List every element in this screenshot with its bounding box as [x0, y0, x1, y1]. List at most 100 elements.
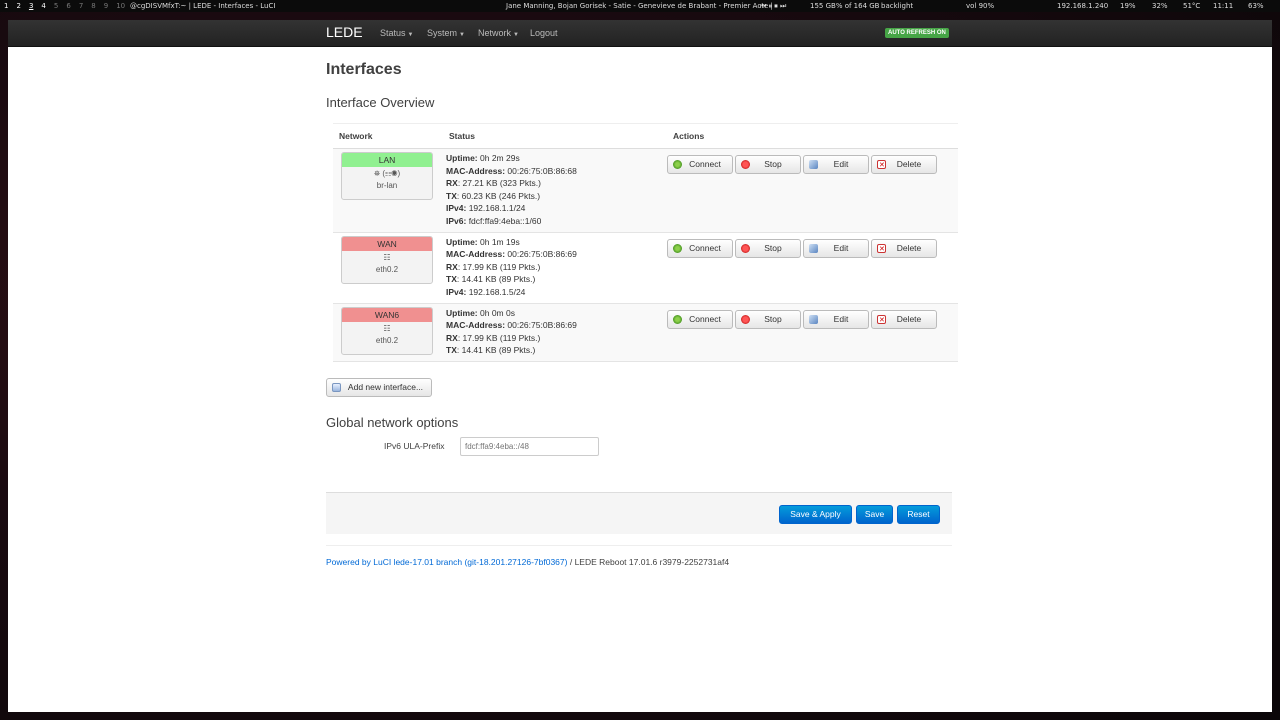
column-header-network: Network: [333, 123, 443, 149]
status-label: RX: [446, 261, 458, 272]
caret-down-icon: ▼: [407, 32, 414, 38]
nav-network[interactable]: Network ▼: [478, 28, 519, 38]
edit-button[interactable]: Edit: [803, 309, 869, 329]
status-line: IPv4: 192.168.1.5/24: [446, 286, 667, 299]
workspace-button[interactable]: 5: [50, 0, 62, 12]
auto-refresh-badge[interactable]: AUTO REFRESH ON: [885, 28, 949, 38]
edit-button[interactable]: Edit: [803, 238, 869, 258]
workspace-button[interactable]: 2: [12, 0, 24, 12]
status-label: Uptime:: [446, 236, 478, 247]
status-value: : 14.41 KB (89 Pkts.): [456, 345, 536, 356]
status-value: : 14.41 KB (89 Pkts.): [456, 274, 536, 285]
status-line: IPv4: 192.168.1.1/24: [446, 202, 667, 215]
connect-button[interactable]: Connect: [667, 238, 733, 258]
status-label: MAC-Address:: [446, 320, 506, 331]
stop-icon: [741, 160, 750, 169]
workspace-list[interactable]: 1 2 3 4 5 6 7 8 9 10: [0, 2, 129, 10]
save-button[interactable]: Save: [856, 505, 893, 524]
interface-badge: WAN6 ☷ eth0.2: [341, 306, 433, 355]
actions-cell: Connect Stop Edit Delete: [667, 232, 958, 304]
status-value: 00:26:75:0B:86:69: [505, 320, 577, 331]
ip-address: 192.168.1.240: [1057, 2, 1109, 10]
delete-button[interactable]: Delete: [871, 238, 937, 258]
status-line: Uptime: 0h 2m 29s: [446, 152, 667, 165]
add-network-icon: [332, 383, 341, 392]
luci-link[interactable]: Powered by LuCI lede-17.01 branch (git-1…: [326, 557, 567, 567]
status-value: 0h 1m 19s: [477, 236, 520, 247]
delete-icon: [877, 241, 886, 258]
interface-badge: LAN ⛯ (☷◉) br-lan: [341, 152, 433, 200]
status-line: IPv6: fdcf:ffa9:4eba::1/60: [446, 215, 667, 228]
interface-row: LAN ⛯ (☷◉) br-lan Uptime: 0h 2m 29s MAC-Addr…: [333, 148, 958, 233]
brand-logo[interactable]: LEDE: [326, 24, 363, 40]
add-interface-button[interactable]: Add new interface...: [326, 378, 432, 397]
media-controls[interactable]: ⏮ ⏸ ⏹ ⏭: [760, 0, 786, 12]
button-label: Delete: [896, 242, 922, 253]
status-line: RX: 17.99 KB (119 Pkts.): [446, 332, 667, 345]
clock: 11:11: [1213, 2, 1234, 10]
status-value: 192.168.1.5/24: [466, 286, 526, 297]
delete-button[interactable]: Delete: [871, 309, 937, 329]
nav-status[interactable]: Status ▼: [380, 28, 413, 38]
status-value: : 27.21 KB (323 Pkts.): [457, 178, 541, 189]
ula-prefix-input[interactable]: [460, 437, 599, 456]
button-label: Stop: [764, 313, 782, 324]
button-label: Delete: [896, 159, 922, 169]
device-name: eth0.2: [375, 264, 399, 274]
status-label: RX: [446, 332, 458, 343]
status-value: : 17.99 KB (119 Pkts.): [457, 261, 541, 272]
system-status-bar: 1 2 3 4 5 6 7 8 9 10 @cgDISVMfxT:~ | LEDE - Inter…: [0, 0, 1280, 12]
save-apply-button[interactable]: Save & Apply: [779, 505, 852, 524]
stop-icon: [741, 243, 750, 253]
ethernet-port-icon: ☷: [383, 252, 391, 262]
stop-button[interactable]: Stop: [735, 155, 801, 174]
workspace-button[interactable]: 3: [25, 0, 37, 12]
button-label: Connect: [689, 313, 721, 324]
nav-logout[interactable]: Logout: [530, 28, 558, 38]
status-line: MAC-Address: 00:26:75:0B:86:69: [446, 248, 667, 261]
workspace-button[interactable]: 9: [100, 0, 112, 12]
add-interface-label: Add new interface...: [347, 382, 424, 392]
network-cell: WAN ☷ eth0.2: [333, 232, 443, 304]
top-navbar: LEDE Status ▼ System ▼ Network ▼ Logout AUT…: [8, 20, 1272, 47]
nav-label: Network: [478, 28, 512, 38]
status-line: RX: 17.99 KB (119 Pkts.): [446, 261, 667, 274]
workspace-button[interactable]: 7: [75, 0, 87, 12]
status-value: fdcf:ffa9:4eba::1/60: [466, 215, 542, 226]
status-cell: Uptime: 0h 0m 0s MAC-Address: 00:26:75:0B…: [443, 303, 667, 362]
window-title: @cgDISVMfxT:~ | LEDE - Interfaces - LuCI: [130, 2, 276, 10]
workspace-button[interactable]: 6: [62, 0, 74, 12]
edit-button[interactable]: Edit: [803, 155, 869, 174]
connect-icon: [673, 243, 682, 253]
status-value: : 60.23 KB (246 Pkts.): [456, 190, 541, 201]
workspace-button[interactable]: 10: [112, 0, 129, 12]
disk-usage: 155 GB% of 164 GB: [810, 2, 880, 10]
button-label: Stop: [764, 242, 782, 253]
status-line: RX: 27.21 KB (323 Pkts.): [446, 177, 667, 190]
edit-icon: [809, 314, 818, 324]
backlight-label: backlight: [881, 2, 914, 10]
stop-button[interactable]: Stop: [735, 309, 801, 329]
interface-row: WAN ☷ eth0.2 Uptime: 0h 1m 19s MAC-Address: …: [333, 232, 958, 304]
interface-row: WAN6 ☷ eth0.2 Uptime: 0h 0m 0s MAC-Address: …: [333, 303, 958, 362]
stop-button[interactable]: Stop: [735, 238, 801, 258]
interface-name: LAN: [342, 153, 432, 167]
workspace-button[interactable]: 4: [37, 0, 49, 12]
nav-label: System: [427, 28, 458, 38]
status-label: MAC-Address:: [446, 249, 506, 260]
status-value: 00:26:75:0B:86:69: [505, 249, 577, 260]
connect-button[interactable]: Connect: [667, 155, 733, 174]
delete-button[interactable]: Delete: [871, 155, 937, 174]
workspace-button[interactable]: 8: [87, 0, 99, 12]
interface-badge: WAN ☷ eth0.2: [341, 235, 433, 284]
column-header-actions: Actions: [667, 123, 958, 149]
status-label: IPv4:: [446, 203, 467, 214]
reset-button[interactable]: Reset: [897, 505, 940, 524]
edit-icon: [809, 160, 818, 169]
status-line: MAC-Address: 00:26:75:0B:86:69: [446, 319, 667, 332]
connect-button[interactable]: Connect: [667, 309, 733, 329]
workspace-button[interactable]: 1: [0, 0, 12, 12]
connect-icon: [673, 314, 682, 324]
status-line: TX: 60.23 KB (246 Pkts.): [446, 190, 667, 203]
nav-system[interactable]: System ▼: [427, 28, 465, 38]
